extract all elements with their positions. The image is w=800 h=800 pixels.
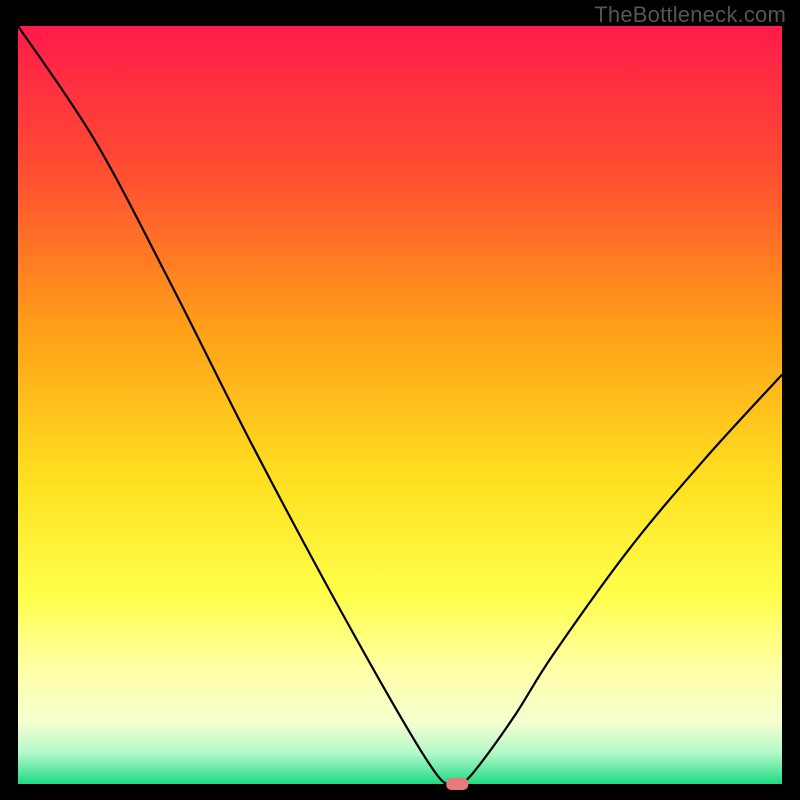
chart-frame: TheBottleneck.com xyxy=(0,0,800,800)
watermark-text: TheBottleneck.com xyxy=(594,2,786,28)
plot-background xyxy=(18,26,782,784)
bottleneck-chart xyxy=(0,0,800,800)
optimum-marker xyxy=(446,778,468,790)
